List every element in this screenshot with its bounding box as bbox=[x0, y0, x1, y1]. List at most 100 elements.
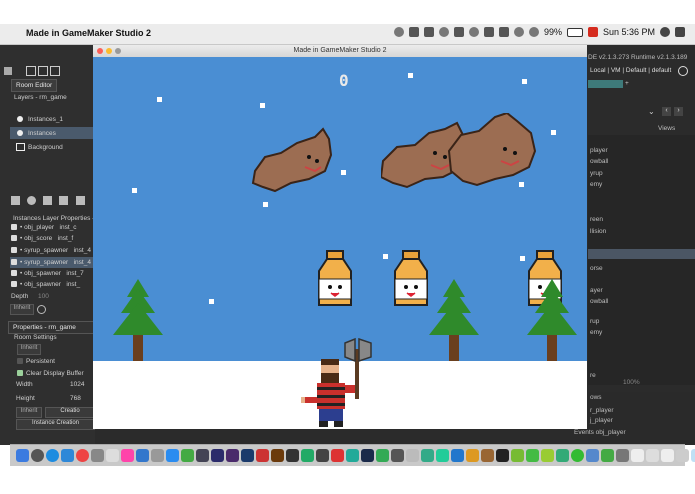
tray-icon[interactable] bbox=[468, 27, 479, 37]
app-icon[interactable] bbox=[541, 449, 554, 462]
resource-item[interactable]: owball bbox=[590, 158, 608, 165]
resource-item[interactable]: emy bbox=[590, 329, 602, 336]
resource-item[interactable]: emy bbox=[590, 181, 602, 188]
width-value[interactable]: 1024 bbox=[70, 381, 84, 388]
zoom-window-button[interactable] bbox=[115, 48, 121, 54]
layer-tool-icon[interactable] bbox=[59, 196, 68, 205]
app-icon[interactable] bbox=[421, 449, 434, 462]
persistent-checkbox[interactable]: Persistent bbox=[17, 358, 55, 365]
height-value[interactable]: 768 bbox=[70, 395, 81, 402]
resource-item[interactable]: reen bbox=[590, 216, 603, 223]
app-icon[interactable] bbox=[256, 449, 269, 462]
app-store-icon[interactable] bbox=[136, 449, 149, 462]
tray-icon[interactable] bbox=[408, 27, 419, 37]
cloud-icon[interactable] bbox=[438, 27, 449, 37]
layer-background[interactable]: Background bbox=[28, 144, 63, 151]
app-icon[interactable] bbox=[496, 449, 509, 462]
app-icon[interactable] bbox=[151, 449, 164, 462]
steam-icon[interactable] bbox=[361, 449, 374, 462]
app-icon[interactable] bbox=[346, 449, 359, 462]
launchpad-icon[interactable] bbox=[31, 449, 44, 462]
document-icon[interactable] bbox=[661, 449, 674, 462]
illustrator-icon[interactable] bbox=[271, 449, 284, 462]
search-icon[interactable] bbox=[660, 27, 670, 37]
app-icon[interactable] bbox=[91, 449, 104, 462]
resource-selected-row[interactable] bbox=[588, 249, 695, 259]
document-icon[interactable] bbox=[646, 449, 659, 462]
resource-item[interactable]: llision bbox=[590, 228, 606, 235]
inherit-room-button-2[interactable]: Inherit bbox=[16, 407, 42, 418]
layer-instances[interactable]: Instances bbox=[28, 130, 56, 137]
chrome-icon[interactable] bbox=[76, 449, 89, 462]
wifi-icon[interactable] bbox=[513, 27, 524, 37]
add-tab-icon[interactable]: + bbox=[625, 80, 629, 87]
room-settings-label[interactable]: Room Settings bbox=[14, 334, 57, 341]
flag-icon[interactable] bbox=[587, 27, 598, 37]
app-icon[interactable] bbox=[376, 449, 389, 462]
settings-icon[interactable] bbox=[37, 305, 46, 314]
safari-icon[interactable] bbox=[46, 449, 59, 462]
app-icon[interactable] bbox=[481, 449, 494, 462]
app-icon[interactable] bbox=[196, 449, 209, 462]
workspace-tab[interactable] bbox=[588, 80, 623, 88]
tray-icon[interactable] bbox=[393, 27, 404, 37]
app-icon[interactable] bbox=[601, 449, 614, 462]
layer-instances-1[interactable]: Instances_1 bbox=[28, 116, 63, 123]
app-icon[interactable] bbox=[526, 449, 539, 462]
inherit-room-button[interactable]: Inherit bbox=[17, 344, 41, 355]
game-canvas[interactable]: 0 bbox=[93, 57, 587, 429]
after-effects-icon[interactable] bbox=[211, 449, 224, 462]
layer-tool-icon[interactable] bbox=[76, 196, 85, 205]
instance-row[interactable]: • syrup_spawner inst_4 bbox=[11, 247, 91, 254]
save-icon[interactable] bbox=[50, 66, 60, 76]
chevron-down-icon[interactable]: ⌄ bbox=[648, 107, 655, 116]
instance-row[interactable]: • obj_spawner inst_ bbox=[11, 281, 80, 288]
app-icon[interactable] bbox=[391, 449, 404, 462]
battery-percent[interactable]: 99% bbox=[544, 27, 562, 37]
app-icon[interactable] bbox=[181, 449, 194, 462]
instance-row[interactable]: • syrup_spawner inst_4 bbox=[11, 259, 91, 266]
resource-item[interactable]: yrup bbox=[590, 170, 603, 177]
tray-icon[interactable] bbox=[483, 27, 494, 37]
calendar-icon[interactable] bbox=[106, 449, 119, 462]
terminal-icon[interactable] bbox=[286, 449, 299, 462]
app-icon[interactable] bbox=[166, 449, 179, 462]
resource-item[interactable]: owball bbox=[590, 298, 608, 305]
resource-item[interactable]: player bbox=[590, 147, 608, 154]
tab-room-editor[interactable]: Room Editor bbox=[11, 79, 58, 92]
nav-back-button[interactable]: ‹ bbox=[662, 107, 671, 116]
volume-icon[interactable] bbox=[528, 27, 539, 37]
zoom-level[interactable]: 100% bbox=[623, 379, 640, 386]
app-icon[interactable] bbox=[451, 449, 464, 462]
premiere-icon[interactable] bbox=[226, 449, 239, 462]
target-selector[interactable]: Local | VM | Default | default bbox=[590, 67, 671, 74]
event-item[interactable]: j_player bbox=[590, 417, 613, 424]
instance-row[interactable]: • obj_spawner inst_7 bbox=[11, 270, 84, 277]
resource-item[interactable]: re bbox=[590, 372, 596, 379]
event-item[interactable]: Events obj_player bbox=[574, 429, 626, 436]
inherit-button[interactable]: Inherit bbox=[10, 304, 34, 315]
layer-tool-icon[interactable] bbox=[11, 196, 20, 205]
document-icon[interactable] bbox=[631, 449, 644, 462]
folder-icon[interactable] bbox=[676, 449, 689, 462]
itunes-icon[interactable] bbox=[121, 449, 134, 462]
resource-item[interactable]: ayer bbox=[590, 287, 603, 294]
tray-icon[interactable] bbox=[423, 27, 434, 37]
nav-forward-button[interactable]: › bbox=[674, 107, 683, 116]
app-icon[interactable] bbox=[61, 449, 74, 462]
resource-item[interactable]: rup bbox=[590, 318, 599, 325]
finder-icon[interactable] bbox=[16, 449, 29, 462]
app-icon[interactable] bbox=[331, 449, 344, 462]
app-icon[interactable] bbox=[556, 449, 569, 462]
notification-center-icon[interactable] bbox=[675, 27, 685, 37]
depth-value[interactable]: 100 bbox=[38, 293, 49, 300]
display-icon[interactable] bbox=[498, 27, 509, 37]
layer-tool-icon[interactable] bbox=[27, 196, 36, 205]
minimize-window-button[interactable] bbox=[106, 48, 112, 54]
tray-icon[interactable] bbox=[453, 27, 464, 37]
photoshop-icon[interactable] bbox=[241, 449, 254, 462]
instance-creation-order-button[interactable]: Instance Creation bbox=[16, 419, 95, 430]
trash-icon[interactable] bbox=[691, 449, 695, 462]
app-icon[interactable] bbox=[616, 449, 629, 462]
new-file-icon[interactable] bbox=[26, 66, 36, 76]
